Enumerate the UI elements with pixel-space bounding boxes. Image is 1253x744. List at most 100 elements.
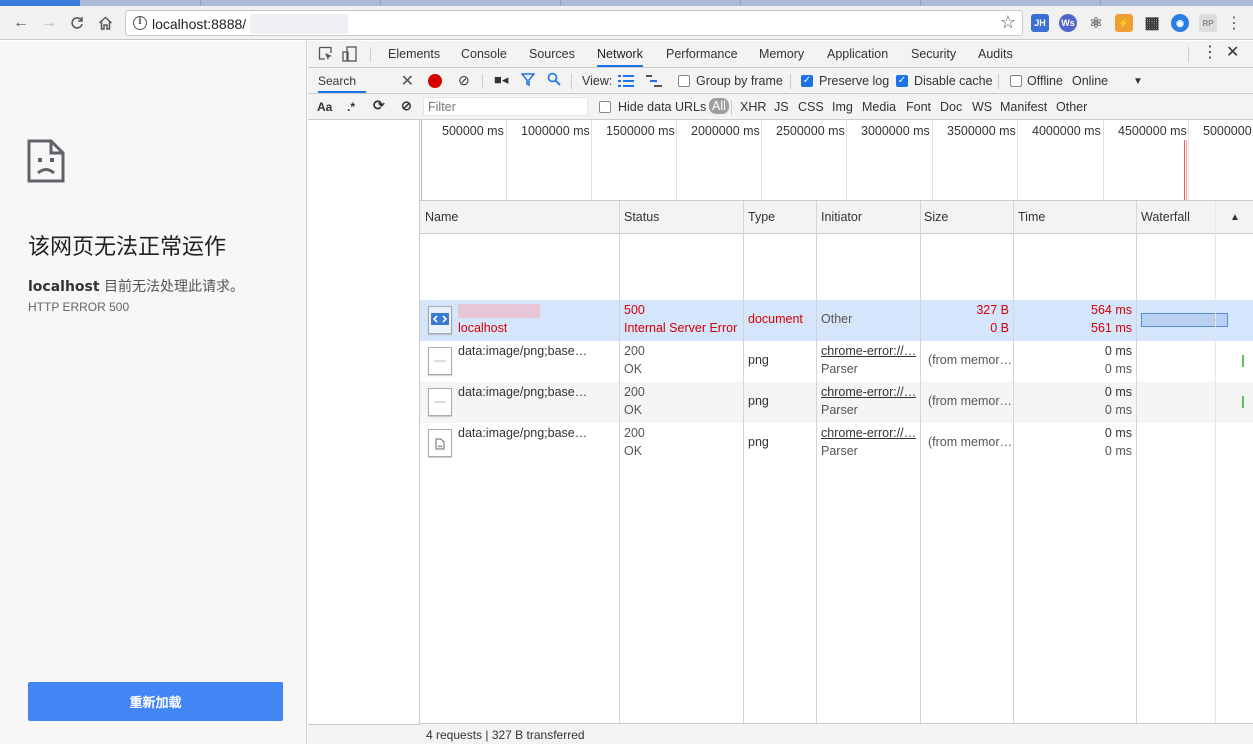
address-bar[interactable]: i localhost:8888/ ☆	[125, 10, 1023, 36]
info-icon[interactable]: i	[133, 16, 147, 30]
request-time: 564 ms	[1091, 303, 1132, 317]
overview-gridline	[1017, 120, 1018, 200]
overview-gridline	[846, 120, 847, 200]
tab-console[interactable]: Console	[461, 41, 507, 67]
column-time[interactable]: Time	[1018, 210, 1045, 224]
throttling-select[interactable]: Online	[1072, 74, 1108, 88]
overview-tick: 4500000 ms	[1118, 124, 1187, 138]
network-summary-bar: 4 requests | 327 B transferred	[420, 723, 1253, 744]
overview-gridline	[1103, 120, 1104, 200]
menu-kebab-icon[interactable]: ⋮	[1223, 12, 1245, 34]
extension-orange-icon[interactable]: ⚡	[1115, 14, 1133, 32]
hide-data-urls-checkbox[interactable]	[599, 101, 611, 113]
column-divider[interactable]	[816, 201, 817, 723]
network-overview[interactable]: 500000 ms 1000000 ms 1500000 ms 2000000 …	[420, 120, 1253, 201]
reload-icon[interactable]	[66, 12, 88, 34]
offline-checkbox[interactable]	[1010, 75, 1022, 87]
screenshot-camera-icon[interactable]: ■◂	[494, 72, 508, 88]
column-initiator[interactable]: Initiator	[821, 210, 862, 224]
request-initiator-link[interactable]: chrome-error://…	[821, 385, 917, 399]
column-waterfall[interactable]: Waterfall	[1141, 210, 1190, 224]
match-case-button[interactable]: Aa	[317, 100, 332, 114]
tab-network[interactable]: Network	[597, 41, 643, 67]
column-name[interactable]: Name	[425, 210, 458, 224]
extension-jh-icon[interactable]: JH	[1031, 14, 1049, 32]
tab-sources[interactable]: Sources	[529, 41, 575, 67]
column-divider[interactable]	[1136, 201, 1137, 723]
column-divider[interactable]	[1013, 201, 1014, 723]
bookmark-star-icon[interactable]: ☆	[1000, 12, 1016, 33]
inspect-element-icon[interactable]	[318, 46, 334, 62]
overview-gridline	[1188, 120, 1189, 200]
filter-type-css[interactable]: CSS	[798, 100, 824, 114]
clear-search-icon[interactable]: ⊘	[401, 98, 412, 114]
device-toolbar-icon[interactable]	[342, 46, 358, 62]
table-row[interactable]: localhost 500 Internal Server Error docu…	[420, 300, 1253, 341]
clear-icon[interactable]: ⊘	[458, 72, 470, 89]
filter-type-all[interactable]: All	[709, 98, 729, 114]
tab-memory[interactable]: Memory	[759, 41, 804, 67]
request-latency: 0 ms	[1104, 444, 1132, 458]
refresh-search-icon[interactable]: ⟳	[373, 97, 385, 114]
tab-security[interactable]: Security	[911, 41, 956, 67]
column-type[interactable]: Type	[748, 210, 775, 224]
tab-elements[interactable]: Elements	[388, 41, 440, 67]
column-divider[interactable]	[920, 201, 921, 723]
regex-button[interactable]: .*	[347, 100, 355, 114]
large-rows-icon[interactable]	[618, 74, 634, 91]
devtools-close-icon[interactable]: ✕	[1226, 40, 1239, 66]
filter-type-ws[interactable]: WS	[972, 100, 992, 114]
filter-type-manifest[interactable]: Manifest	[1000, 100, 1047, 114]
extension-blue-icon[interactable]: ◉	[1171, 14, 1189, 32]
request-status-text: OK	[624, 403, 643, 417]
column-size[interactable]: Size	[924, 210, 948, 224]
filter-type-other[interactable]: Other	[1056, 100, 1087, 114]
filter-type-js[interactable]: JS	[774, 100, 789, 114]
home-icon[interactable]	[94, 12, 116, 34]
search-icon[interactable]	[547, 72, 561, 89]
reload-button[interactable]: 重新加载	[28, 682, 283, 721]
extension-react-icon[interactable]: ⚛	[1087, 14, 1105, 32]
group-by-frame-checkbox[interactable]	[678, 75, 690, 87]
column-divider[interactable]	[619, 201, 620, 723]
table-row[interactable]: data:image/png;base… 200 OK png chrome-e…	[420, 382, 1253, 423]
forward-icon[interactable]: →	[38, 12, 60, 34]
request-latency: 0 ms	[1104, 403, 1132, 417]
filter-type-xhr[interactable]: XHR	[740, 100, 766, 114]
tab-application[interactable]: Application	[827, 41, 888, 67]
overview-gridline	[591, 120, 592, 200]
filter-type-doc[interactable]: Doc	[940, 100, 962, 114]
requests-table: Name Status Type Initiator Size Time Wat…	[420, 201, 1253, 723]
tab-performance[interactable]: Performance	[666, 41, 738, 67]
search-tab[interactable]: Search	[318, 74, 366, 93]
request-size: 327 B	[976, 303, 1009, 317]
record-icon[interactable]	[428, 74, 442, 88]
hide-data-urls-label: Hide data URLs	[618, 100, 707, 114]
throttling-dropdown-icon[interactable]: ▼	[1133, 76, 1143, 87]
waterfall-view-icon[interactable]	[646, 74, 662, 91]
devtools-menu-icon[interactable]: ⋮	[1202, 40, 1218, 66]
request-initiator-link[interactable]: chrome-error://…	[821, 426, 917, 440]
extension-ws-icon[interactable]: Ws	[1059, 14, 1077, 32]
table-row[interactable]: data:image/png;base… 200 OK png chrome-e…	[420, 423, 1253, 464]
preserve-log-checkbox[interactable]: ✓	[801, 75, 813, 87]
extension-rp-icon[interactable]: RP	[1199, 14, 1217, 32]
column-status[interactable]: Status	[624, 210, 659, 224]
request-initiator-link[interactable]: chrome-error://…	[821, 344, 917, 358]
filter-type-media[interactable]: Media	[862, 100, 896, 114]
filter-type-img[interactable]: Img	[832, 100, 853, 114]
request-latency: 0 ms	[1104, 362, 1132, 376]
sad-image-file-icon	[428, 429, 452, 457]
back-icon[interactable]: ←	[10, 12, 32, 34]
filter-icon[interactable]	[520, 72, 536, 89]
sort-ascending-icon[interactable]: ▲	[1230, 212, 1240, 223]
column-divider[interactable]	[743, 201, 744, 723]
filter-type-font[interactable]: Font	[906, 100, 931, 114]
extension-qr-icon[interactable]: ▦	[1143, 14, 1161, 32]
filter-input[interactable]	[423, 97, 588, 116]
overview-tick: 1000000 ms	[521, 124, 590, 138]
table-row[interactable]: data:image/png;base… 200 OK png chrome-e…	[420, 341, 1253, 382]
disable-cache-checkbox[interactable]: ✓	[896, 75, 908, 87]
search-close-icon[interactable]: ✕	[401, 71, 414, 91]
tab-audits[interactable]: Audits	[978, 41, 1013, 67]
